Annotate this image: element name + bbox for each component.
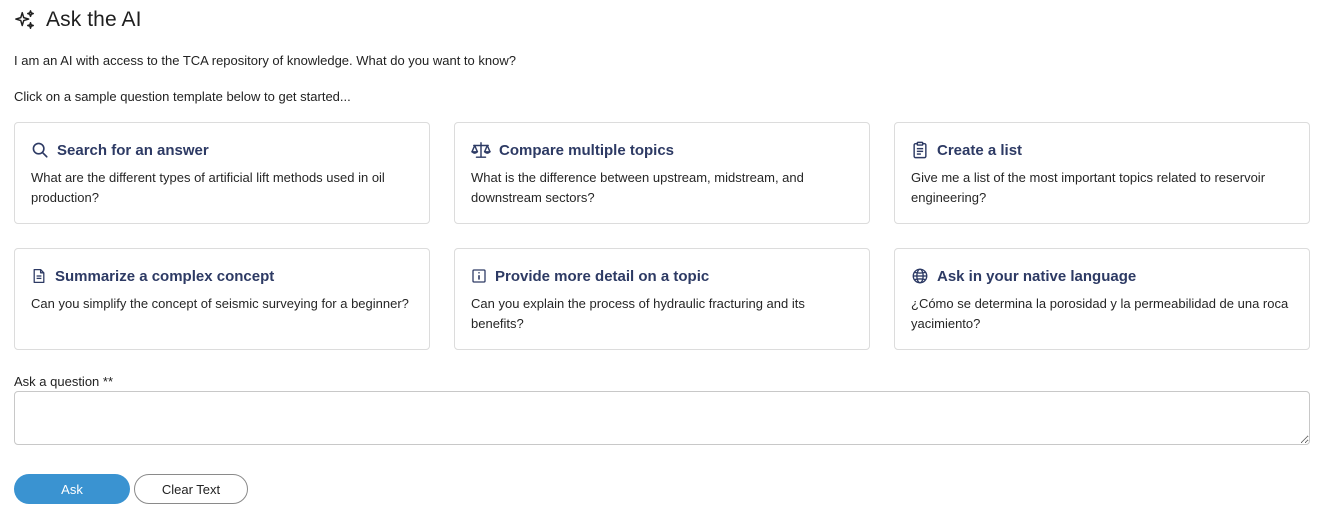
template-card-detail[interactable]: Provide more detail on a topic Can you e… (454, 248, 870, 350)
page-title: Ask the AI (46, 8, 142, 31)
card-header: Search for an answer (31, 140, 413, 160)
intro-text: I am an AI with access to the TCA reposi… (14, 53, 516, 68)
card-text: What is the difference between upstream,… (471, 170, 804, 205)
template-card-search[interactable]: Search for an answer What are the differ… (14, 122, 430, 224)
globe-icon (912, 268, 928, 284)
clipboard-list-icon (913, 141, 927, 159)
card-header: Create a list (911, 140, 1293, 160)
subintro-text: Click on a sample question template belo… (14, 89, 351, 104)
question-input[interactable] (14, 391, 1310, 445)
card-header: Ask in your native language (911, 266, 1293, 286)
card-text: Give me a list of the most important top… (911, 170, 1266, 205)
ask-button[interactable]: Ask (14, 474, 130, 504)
card-title: Provide more detail on a topic (495, 267, 710, 285)
card-text: What are the different types of artifici… (31, 170, 385, 205)
card-text: ¿Cómo se determina la porosidad y la per… (911, 296, 1289, 331)
template-card-compare[interactable]: Compare multiple topics What is the diff… (454, 122, 870, 224)
search-icon (32, 142, 48, 158)
info-icon (472, 269, 486, 283)
template-card-list[interactable]: Create a list Give me a list of the most… (894, 122, 1310, 224)
card-title: Summarize a complex concept (55, 267, 275, 285)
card-title: Search for an answer (57, 141, 209, 159)
page-header: Ask the AI (14, 6, 142, 34)
clear-text-button[interactable]: Clear Text (134, 474, 248, 504)
card-title: Compare multiple topics (499, 141, 675, 159)
card-header: Provide more detail on a topic (471, 266, 853, 286)
template-card-language[interactable]: Ask in your native language ¿Cómo se det… (894, 248, 1310, 350)
card-header: Summarize a complex concept (31, 266, 413, 286)
scale-icon (471, 142, 491, 158)
card-header: Compare multiple topics (471, 140, 853, 160)
document-icon (33, 268, 45, 284)
ask-ai-page: Ask the AI I am an AI with access to the… (0, 0, 1329, 520)
template-card-summarize[interactable]: Summarize a complex concept Can you simp… (14, 248, 430, 350)
card-text: Can you simplify the concept of seismic … (31, 296, 409, 311)
card-title: Ask in your native language (937, 267, 1137, 285)
question-label: Ask a question ** (14, 374, 114, 389)
card-text: Can you explain the process of hydraulic… (471, 296, 805, 331)
card-title: Create a list (937, 141, 1023, 159)
sparkles-icon (15, 10, 34, 29)
